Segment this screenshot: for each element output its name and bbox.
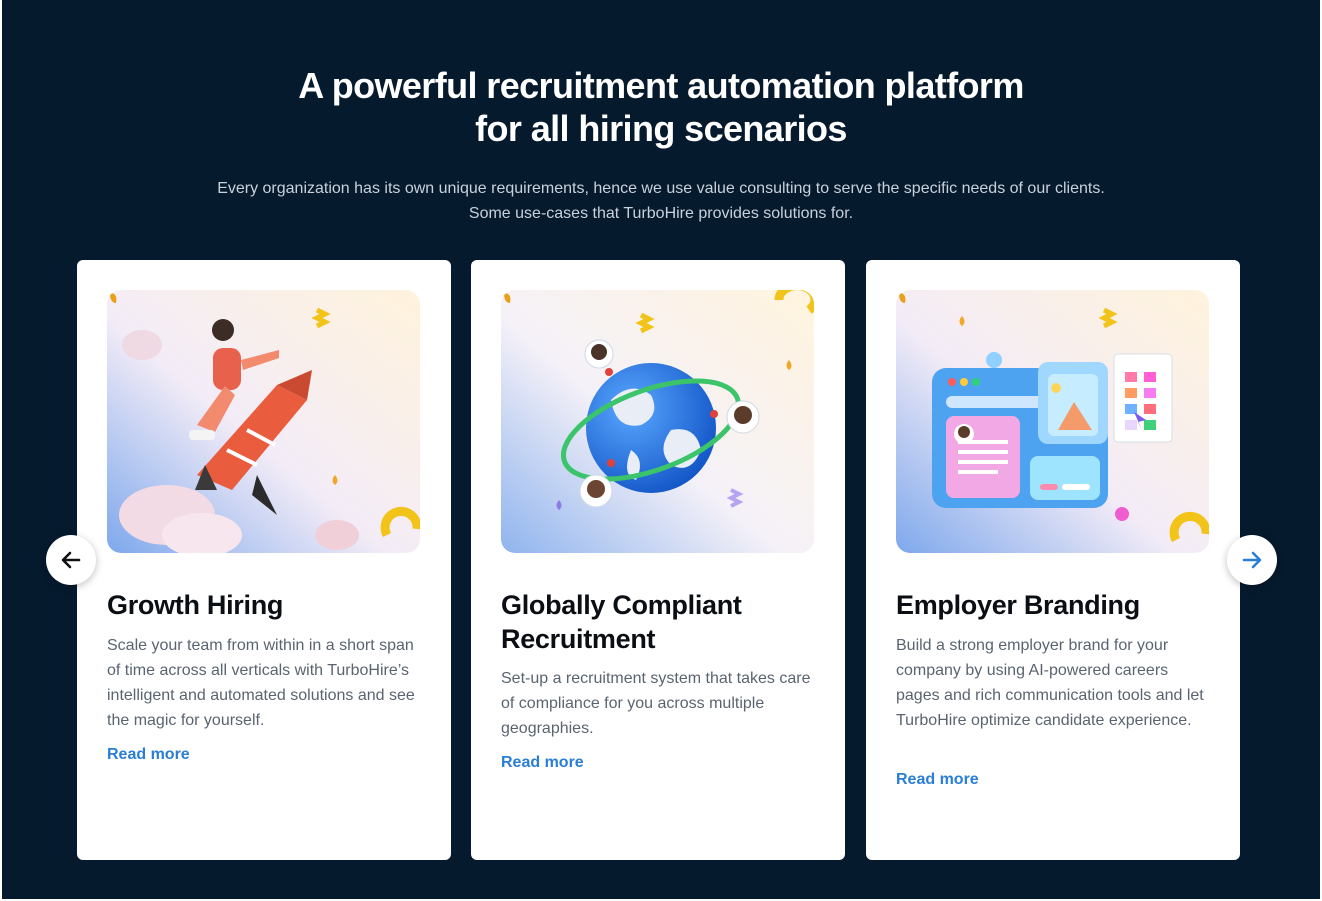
card-employer-branding: Employer Branding Build a strong employe… <box>866 260 1240 860</box>
carousel-next-button[interactable] <box>1227 535 1277 585</box>
rocket-rider-illustration <box>107 290 420 553</box>
card-growth-hiring: Growth Hiring Scale your team from withi… <box>77 260 451 860</box>
card-description: Scale your team from within in a short s… <box>107 637 415 729</box>
read-more-link[interactable]: Read more <box>896 771 979 789</box>
card-title: Employer Branding <box>896 590 1140 620</box>
globe-network-illustration <box>501 290 814 553</box>
arrow-left-icon <box>61 551 81 569</box>
carousel-prev-button[interactable] <box>46 535 96 585</box>
card-description: Build a strong employer brand for your c… <box>896 637 1204 729</box>
read-more-link[interactable]: Read more <box>501 754 584 772</box>
section-heading: A powerful recruitment automation platfo… <box>0 64 1322 150</box>
career-page-illustration <box>896 290 1209 553</box>
subheading-line-1: Every organization has its own unique re… <box>217 180 1105 197</box>
arrow-right-icon <box>1242 551 1262 569</box>
read-more-link[interactable]: Read more <box>107 746 190 764</box>
subheading-line-2: Some use-cases that TurboHire provides s… <box>468 205 854 222</box>
card-description: Set-up a recruitment system that takes c… <box>501 670 811 737</box>
heading-line-2: for all hiring scenarios <box>475 108 847 149</box>
card-globally-compliant-recruitment: Globally Compliant Recruitment Set-up a … <box>471 260 845 860</box>
card-title: Growth Hiring <box>107 590 284 620</box>
card-title: Globally Compliant Recruitment <box>501 590 742 654</box>
heading-line-1: A powerful recruitment automation platfo… <box>298 65 1024 106</box>
section-subheading: Every organization has its own unique re… <box>0 176 1322 226</box>
